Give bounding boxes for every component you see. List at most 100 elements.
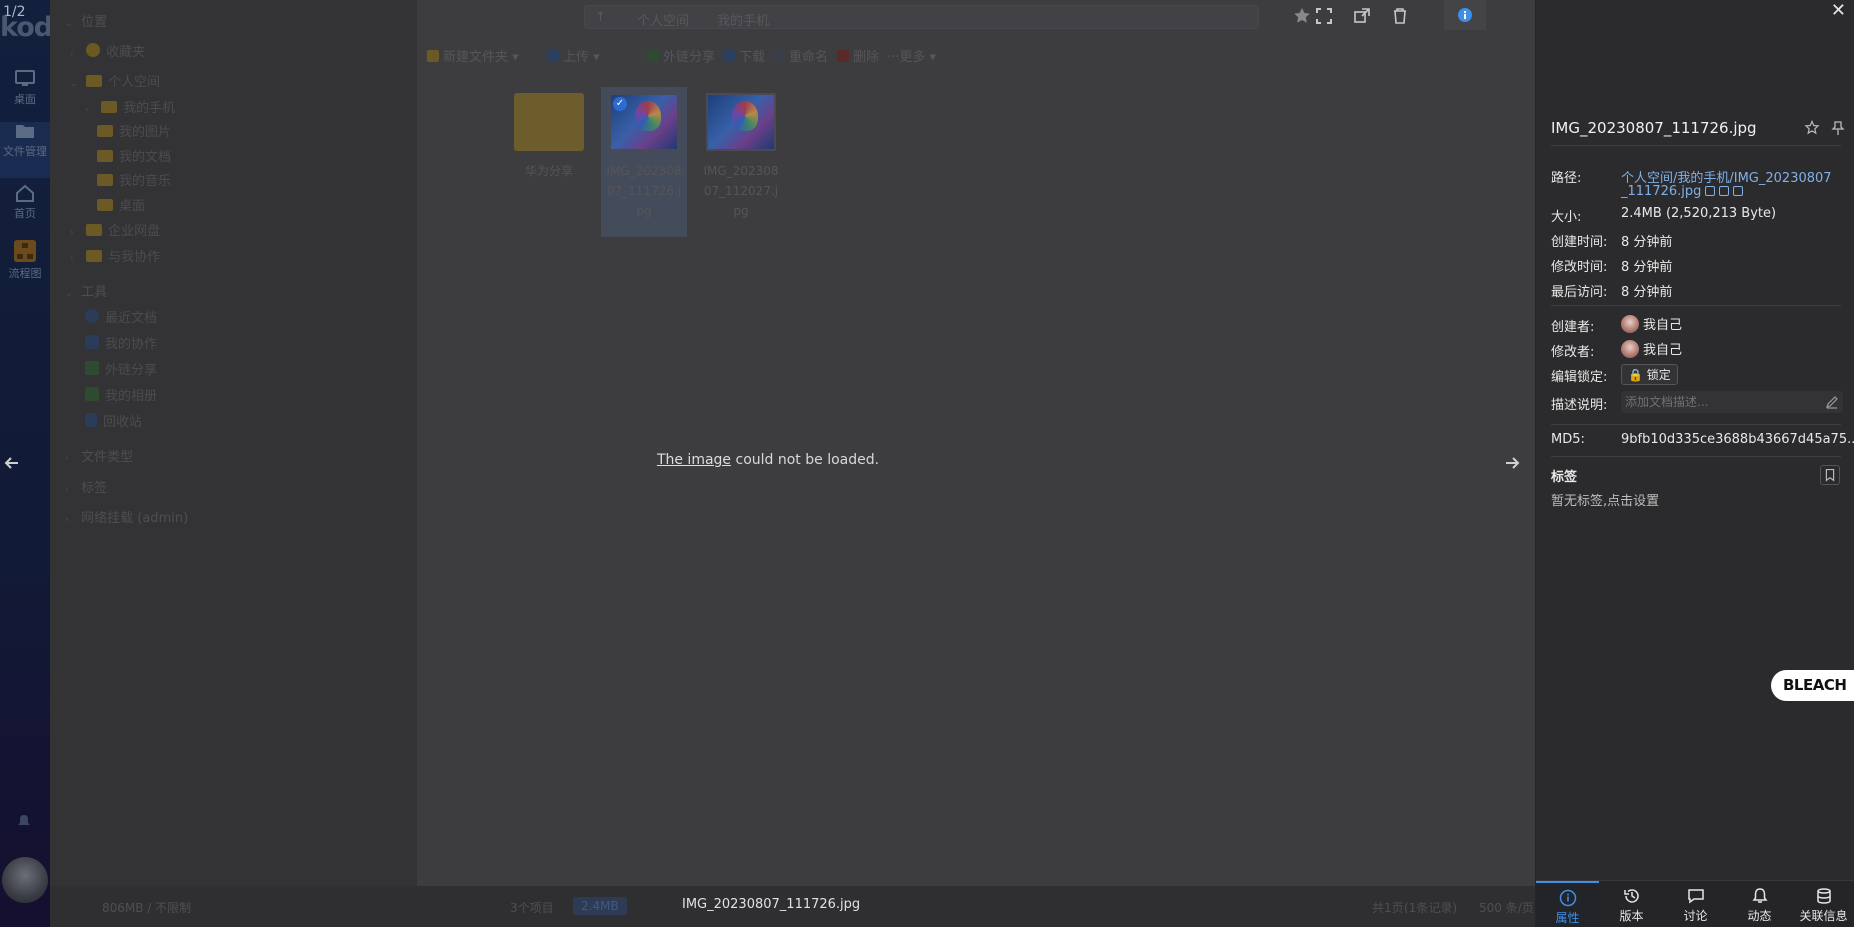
tree-tool-trash[interactable]: 回收站 xyxy=(85,411,142,435)
rename-button[interactable]: 重命名 xyxy=(773,46,828,70)
close-x-icon xyxy=(837,50,849,62)
checkmark-icon[interactable]: ✓ xyxy=(613,97,627,111)
folder-icon xyxy=(101,101,118,113)
home-icon xyxy=(16,184,34,202)
selected-size-badge: 2.4MB xyxy=(573,897,627,915)
tab-properties[interactable]: 属性 xyxy=(1536,881,1599,927)
page-count: 共1页 xyxy=(1372,901,1404,915)
up-arrow-icon[interactable]: ↑ xyxy=(595,10,606,25)
tree-section-tools[interactable]: ⌄ 工具 xyxy=(65,281,107,305)
breadcrumb-item[interactable]: 个人空间 xyxy=(637,10,689,29)
chevron-right-icon: › xyxy=(70,228,74,238)
tree-folder-documents[interactable]: 我的文档 xyxy=(97,146,171,170)
tree-section-location[interactable]: ⌄ 位置 xyxy=(65,11,107,35)
more-button[interactable]: ···更多 ▾ xyxy=(887,46,936,70)
download-button[interactable]: 下载 xyxy=(723,46,765,70)
rail-item-home[interactable]: 首页 xyxy=(0,184,50,240)
storage-usage: 806MB / 不限制 xyxy=(102,901,192,915)
delete-icon[interactable] xyxy=(1388,4,1412,28)
rail-item-label: 文件管理 xyxy=(3,145,47,158)
created-value: 8 分钟前 xyxy=(1621,235,1673,250)
tree-item-personal-space[interactable]: ⌄ 个人空间 xyxy=(70,71,160,95)
info-toggle-button[interactable] xyxy=(1444,0,1486,30)
file-tile-image[interactable]: IMG_20230807_112027.jpg xyxy=(698,87,784,237)
tree-folder-pictures[interactable]: 我的图片 xyxy=(97,121,171,145)
tree-tool-album[interactable]: 我的相册 xyxy=(85,385,157,409)
created-label: 创建时间: xyxy=(1551,235,1608,250)
rail-item-label: 桌面 xyxy=(14,93,36,106)
tab-versions[interactable]: 版本 xyxy=(1600,881,1663,927)
rail-item-label: 流程图 xyxy=(8,267,42,280)
delete-button[interactable]: 删除 xyxy=(837,46,879,70)
open-external-icon[interactable] xyxy=(1350,4,1374,28)
rail-item-flowchart[interactable]: 流程图 xyxy=(0,240,50,296)
close-icon[interactable]: ✕ xyxy=(1831,0,1846,21)
tree-tool-external-share[interactable]: 外链分享 xyxy=(85,359,157,383)
breadcrumb[interactable]: ↑ 个人空间 我的手机 xyxy=(584,5,1259,29)
link-share-icon xyxy=(85,361,99,375)
description-input[interactable] xyxy=(1621,391,1811,413)
breadcrumb-item[interactable]: 我的手机 xyxy=(717,10,769,29)
upload-button[interactable]: 上传 ▾ xyxy=(547,46,600,70)
folder-tree: ⌄ 位置 › 收藏夹 ⌄ 个人空间 › 我的手机 我的图片 我的文档 我的音乐 … xyxy=(50,0,417,886)
trash-icon xyxy=(85,413,97,427)
file-tile-image-selected[interactable]: ✓ IMG_20230807_111726.jpg xyxy=(601,87,687,237)
user-avatar[interactable] xyxy=(2,857,48,903)
tree-section-network-mount[interactable]: › 网络挂载 (admin) xyxy=(65,507,188,531)
rail-item-files[interactable]: 文件管理 xyxy=(0,122,50,178)
tree-item-enterprise[interactable]: › 企业网盘 xyxy=(70,220,160,244)
folder-icon xyxy=(16,125,34,138)
tab-activity[interactable]: 动态 xyxy=(1728,881,1791,927)
star-icon[interactable] xyxy=(1290,4,1314,28)
chevron-right-icon: › xyxy=(65,485,69,495)
copy-icon[interactable] xyxy=(1705,186,1716,196)
rename-icon xyxy=(773,50,785,62)
md5-value: 9bfb10d335ce3688b43667d45a75... xyxy=(1621,432,1854,447)
star-icon xyxy=(86,43,101,57)
link-icon[interactable] xyxy=(1719,186,1730,196)
description-field[interactable] xyxy=(1621,391,1843,413)
tab-discussion[interactable]: 讨论 xyxy=(1664,881,1727,927)
share-nodes-icon xyxy=(85,335,99,349)
folder-icon xyxy=(514,93,584,151)
pencil-icon[interactable] xyxy=(1825,395,1839,409)
avatar xyxy=(1621,315,1639,333)
modifier-label: 修改者: xyxy=(1551,345,1595,360)
file-name: IMG_20230807_111726.jpg xyxy=(606,164,682,218)
home-icon xyxy=(86,75,103,87)
tree-folder-music[interactable]: 我的音乐 xyxy=(97,170,171,194)
rail-item-desktop[interactable]: 桌面 xyxy=(0,70,50,126)
tab-related-info[interactable]: 关联信息 xyxy=(1792,881,1854,927)
tree-folder-phone[interactable]: › 我的手机 xyxy=(85,97,175,121)
file-browser: ↑ 个人空间 我的手机 新建文件夹 ▾ 上传 ▾ 外链分享 下载 重命名 删除 … xyxy=(417,0,1535,886)
tree-item-favorites[interactable]: › 收藏夹 xyxy=(70,41,145,65)
size-label: 大小: xyxy=(1551,210,1582,225)
file-name: 华为分享 xyxy=(524,164,573,178)
add-tag-icon[interactable] xyxy=(1820,465,1840,485)
tags-hint[interactable]: 暂无标签,点击设置 xyxy=(1551,490,1659,509)
per-page-select[interactable]: 500 条/页 xyxy=(1479,899,1534,916)
bell-icon[interactable] xyxy=(17,814,31,828)
accessed-label: 最后访问: xyxy=(1551,285,1608,300)
external-share-button[interactable]: 外链分享 xyxy=(647,46,715,70)
desktop-icon xyxy=(15,70,35,86)
chevron-right-icon: › xyxy=(85,105,89,115)
file-tile-folder[interactable]: 华为分享 xyxy=(506,87,592,237)
star-outline-icon[interactable] xyxy=(1804,120,1820,136)
new-folder-button[interactable]: 新建文件夹 ▾ xyxy=(427,46,519,70)
path-link-cont[interactable]: _111726.jpg xyxy=(1621,184,1744,199)
image-link[interactable]: The image xyxy=(657,452,731,468)
tree-tool-recent[interactable]: 最近文档 xyxy=(85,307,157,331)
lock-button[interactable]: 🔒 锁定 xyxy=(1621,364,1678,385)
fullscreen-icon[interactable] xyxy=(1312,4,1336,28)
share-icon xyxy=(647,50,659,62)
tree-section-tags[interactable]: › 标签 xyxy=(65,477,107,501)
pin-icon[interactable] xyxy=(1830,120,1846,136)
tree-tool-collab[interactable]: 我的协作 xyxy=(85,333,157,357)
modifier-value: 我自己 xyxy=(1621,339,1682,358)
bell-icon xyxy=(1752,888,1767,903)
embed-icon[interactable] xyxy=(1733,186,1744,196)
tree-folder-desktop[interactable]: 桌面 xyxy=(97,195,145,219)
tree-item-shared[interactable]: › 与我协作 xyxy=(70,246,160,270)
divider xyxy=(1551,456,1841,457)
